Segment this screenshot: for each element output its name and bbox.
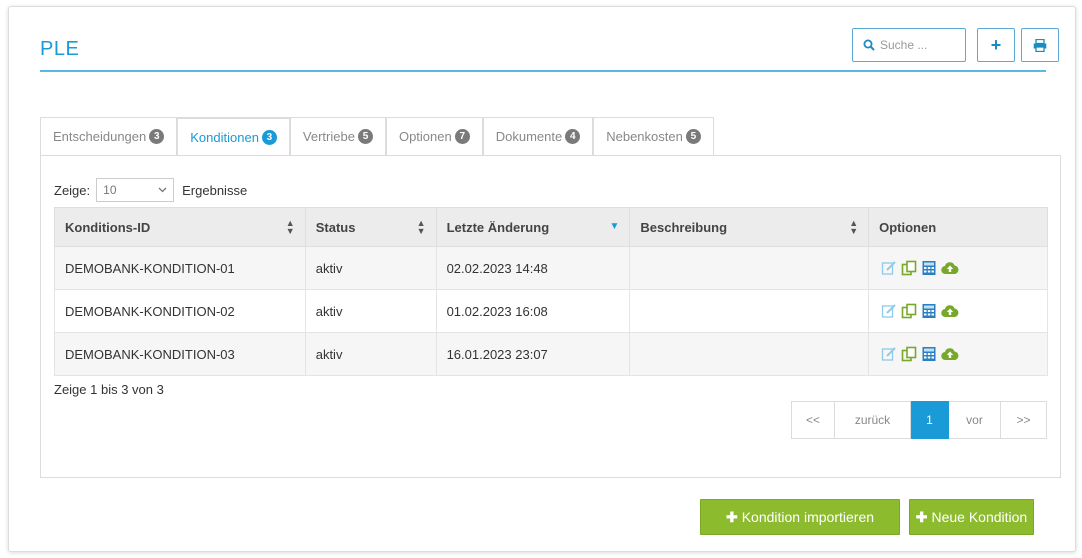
edit-icon[interactable] [881,346,897,362]
column-header-changed[interactable]: Letzte Änderung ▼ [435,207,631,247]
conditions-table: Konditions-ID ▲ ▼ Status ▲ ▼ Letzte Änderung… [54,207,1048,376]
cell-status: aktiv [304,332,437,376]
tab-bar: Entscheidungen 3 Konditionen 3 Vertriebe 5 … [40,117,714,156]
tab-count-badge: 5 [357,129,373,144]
new-condition-label: Neue Kondition [931,509,1028,525]
tab-label: Dokumente [495,129,563,144]
sort-icon: ▲ ▼ [285,218,295,236]
tab-vertriebe[interactable]: Vertriebe 5 [289,117,386,155]
print-button[interactable] [1021,28,1059,62]
page-length-select[interactable]: 10 [96,178,175,202]
page-1-button[interactable]: 1 [911,401,949,439]
tab-count-badge: 7 [454,129,470,144]
cell-description [629,332,870,376]
edit-icon[interactable] [881,303,897,319]
cell-status: aktiv [304,246,437,290]
edit-icon[interactable] [881,260,897,276]
sort-desc-icon: ▼ [609,221,620,232]
tab-dokumente[interactable]: Dokumente 4 [482,117,594,155]
page-length-value: 10 [103,183,117,197]
page-first-button[interactable]: << [791,401,835,439]
search-input[interactable]: Suche ... [852,28,966,62]
cloud-upload-icon[interactable] [941,347,959,361]
page-title: PLE [40,38,80,60]
cell-id: DEMOBANK-KONDITION-02 [54,289,306,333]
tab-label: Optionen [398,129,452,144]
tab-label: Entscheidungen [53,129,147,144]
search-icon [863,39,875,51]
tab-label: Vertriebe [302,129,355,144]
table-info: Zeige 1 bis 3 von 3 [54,382,164,397]
search-placeholder: Suche ... [880,38,928,52]
length-suffix: Ergebnisse [182,182,248,198]
tab-count-badge: 4 [565,129,581,144]
calculator-icon[interactable] [921,303,937,319]
cell-description [629,289,870,333]
column-label: Konditions-ID [65,219,151,235]
page-next-button[interactable]: vor [949,401,1001,439]
print-icon [1033,38,1047,52]
copy-icon[interactable] [901,260,917,276]
tab-optionen[interactable]: Optionen 7 [385,117,483,155]
cloud-upload-icon[interactable] [941,261,959,275]
table-row: DEMOBANK-KONDITION-02 aktiv 01.02.2023 1… [54,289,1048,333]
calculator-icon[interactable] [921,346,937,362]
calculator-icon[interactable] [921,260,937,276]
column-header-id[interactable]: Konditions-ID ▲ ▼ [54,207,306,247]
column-header-options: Optionen [868,207,1048,247]
tab-count-badge: 5 [685,129,701,144]
cell-changed: 02.02.2023 14:48 [435,246,631,290]
tab-count-badge: 3 [261,130,277,145]
column-header-description[interactable]: Beschreibung ▲ ▼ [629,207,870,247]
plus-icon: + [990,34,1002,55]
tab-konditionen[interactable]: Konditionen 3 [177,117,290,156]
table-row: DEMOBANK-KONDITION-01 aktiv 02.02.2023 1… [54,246,1048,290]
page-length-control: Zeige: 10 Ergebnisse [54,178,247,202]
column-label: Optionen [879,219,937,235]
tab-label: Konditionen [190,130,259,145]
tab-count-badge: 3 [149,129,165,144]
table-row: DEMOBANK-KONDITION-03 aktiv 16.01.2023 2… [54,332,1048,376]
chevron-down-icon [158,187,167,193]
cloud-upload-icon[interactable] [941,304,959,318]
sort-icon: ▲ ▼ [416,218,426,236]
new-condition-button[interactable]: ✚ Neue Kondition [909,499,1034,535]
cell-changed: 16.01.2023 23:07 [435,332,631,376]
import-condition-button[interactable]: ✚ Kondition importieren [700,499,900,535]
cell-options [868,246,1048,290]
cell-id: DEMOBANK-KONDITION-03 [54,332,306,376]
length-prefix: Zeige: [54,182,91,198]
cell-description [629,246,870,290]
cell-options [868,332,1048,376]
pagination: << zurück 1 vor >> [791,401,1047,439]
copy-icon[interactable] [901,346,917,362]
tab-nebenkosten[interactable]: Nebenkosten 5 [593,117,714,155]
column-label: Status [315,219,356,235]
sort-icon: ▲ ▼ [849,218,859,236]
plus-icon: ✚ [725,508,738,525]
column-label: Beschreibung [640,219,728,235]
title-divider [40,70,1046,72]
cell-status: aktiv [304,289,437,333]
tab-entscheidungen[interactable]: Entscheidungen 3 [40,117,178,155]
copy-icon[interactable] [901,303,917,319]
page-last-button[interactable]: >> [1001,401,1047,439]
cell-options [868,289,1048,333]
page-prev-button[interactable]: zurück [835,401,911,439]
column-label: Letzte Änderung [446,219,550,235]
plus-icon: ✚ [915,508,928,525]
cell-id: DEMOBANK-KONDITION-01 [54,246,306,290]
add-button[interactable]: + [977,28,1015,62]
column-header-status[interactable]: Status ▲ ▼ [304,207,437,247]
import-condition-label: Kondition importieren [741,509,875,525]
cell-changed: 01.02.2023 16:08 [435,289,631,333]
tab-label: Nebenkosten [606,129,683,144]
